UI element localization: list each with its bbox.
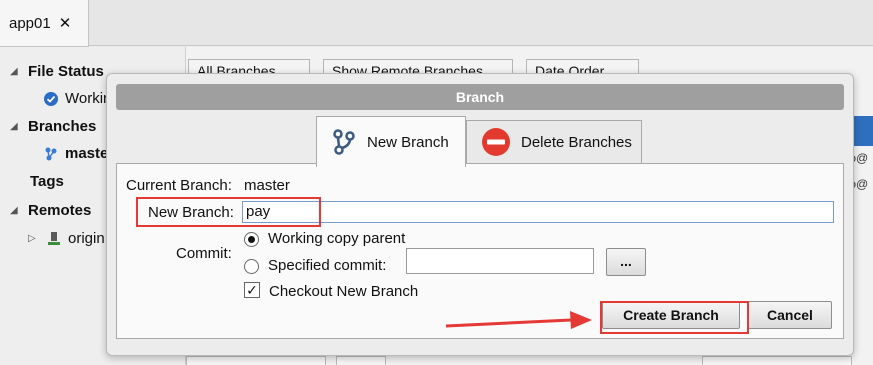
tab-app01[interactable]: app01 ✕: [0, 0, 89, 47]
delete-icon: [482, 128, 510, 156]
expanded-triangle-icon: ◢: [10, 205, 18, 216]
sidebar-item-master[interactable]: master: [43, 145, 114, 162]
specified-commit-label: Specified commit:: [268, 257, 387, 274]
new-branch-input[interactable]: pay: [242, 201, 834, 223]
server-icon: [48, 231, 60, 245]
specified-commit-radio[interactable]: [244, 259, 259, 274]
sidebar-section-remotes[interactable]: ◢ Remotes: [10, 202, 91, 219]
branch-icon: [333, 129, 355, 155]
sidebar-section-file-status[interactable]: ◢ File Status: [10, 63, 104, 80]
close-icon[interactable]: ✕: [59, 16, 72, 31]
specified-commit-input[interactable]: [406, 248, 594, 274]
sidebar-label: Branches: [28, 118, 97, 135]
collapsed-triangle-icon: ▷: [28, 233, 36, 244]
tab-label: Delete Branches: [521, 133, 632, 151]
bottom-panel-tab[interactable]: [186, 356, 326, 365]
current-branch-value: master: [244, 177, 290, 194]
annotation-arrow-icon: [446, 311, 592, 329]
bottom-panel-field[interactable]: [702, 356, 852, 365]
document-tab-bar: app01 ✕: [0, 0, 873, 47]
sidebar-label: Tags: [30, 173, 64, 190]
checkout-new-branch-checkbox[interactable]: ✓: [244, 282, 260, 298]
sidebar-item-origin[interactable]: ▷ origin: [28, 230, 105, 247]
tab-label: app01: [9, 14, 51, 32]
sidebar-label: origin: [68, 230, 105, 247]
browse-commit-button[interactable]: ...: [606, 248, 646, 276]
new-branch-label: New Branch:: [148, 204, 234, 221]
working-copy-parent-label: Working copy parent: [268, 230, 406, 247]
sidebar-label: File Status: [28, 63, 104, 80]
commit-label: Commit:: [176, 245, 232, 262]
sidebar-label: Remotes: [28, 202, 92, 219]
branch-icon: [45, 147, 57, 160]
dialog-title: Branch: [116, 84, 844, 110]
sidebar-section-branches[interactable]: ◢ Branches: [10, 118, 96, 135]
expanded-triangle-icon: ◢: [10, 66, 18, 77]
check-circle-icon: [44, 91, 58, 106]
expanded-triangle-icon: ◢: [10, 121, 18, 132]
sidebar-section-tags[interactable]: Tags: [30, 173, 64, 190]
create-branch-button[interactable]: Create Branch: [602, 301, 740, 329]
checkout-new-branch-label: Checkout New Branch: [269, 283, 419, 300]
tab-new-branch[interactable]: New Branch: [316, 116, 466, 167]
current-branch-label: Current Branch:: [126, 177, 232, 194]
tab-label: New Branch: [367, 133, 449, 151]
cancel-button[interactable]: Cancel: [748, 301, 832, 329]
working-copy-parent-radio[interactable]: [244, 232, 259, 247]
tab-delete-branches[interactable]: Delete Branches: [466, 120, 642, 164]
bottom-panel-tab[interactable]: [336, 356, 386, 365]
